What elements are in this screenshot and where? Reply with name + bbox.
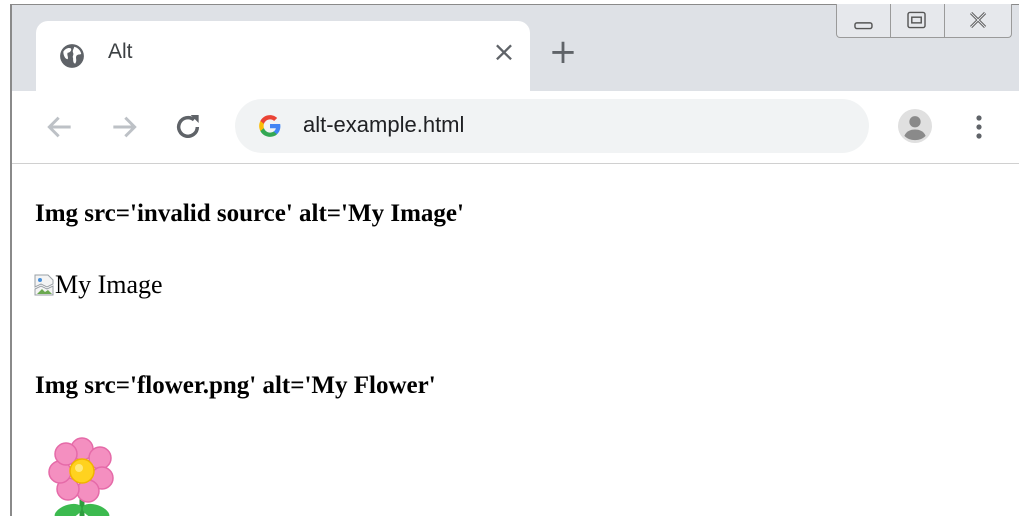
broken-image-icon: [34, 274, 54, 296]
minimize-button[interactable]: [837, 4, 891, 37]
profile-avatar-icon[interactable]: [898, 109, 932, 143]
heading-flower-source: Img src='flower.png' alt='My Flower': [35, 372, 436, 399]
page-content: Img src='invalid source' alt='My Image' …: [12, 164, 1019, 516]
window-controls: [836, 4, 1012, 38]
minimize-icon: [854, 22, 873, 30]
restore-icon: [907, 11, 926, 29]
back-arrow-icon[interactable]: [44, 111, 76, 143]
broken-image-alt-text: My Image: [55, 270, 163, 299]
address-bar[interactable]: alt-example.html: [235, 99, 869, 153]
browser-toolbar: alt-example.html: [12, 91, 1019, 164]
close-icon: [969, 11, 986, 29]
heading-invalid-source: Img src='invalid source' alt='My Image': [35, 200, 464, 227]
tab-close-icon[interactable]: ×: [492, 38, 516, 66]
reload-icon[interactable]: [172, 111, 204, 143]
flower-icon: [48, 437, 114, 516]
close-window-button[interactable]: [945, 4, 1011, 37]
new-tab-button[interactable]: +: [547, 35, 579, 69]
tab-title: Alt: [108, 40, 133, 63]
forward-arrow-icon[interactable]: [108, 111, 140, 143]
restore-button[interactable]: [891, 4, 945, 37]
url-text: alt-example.html: [303, 112, 465, 137]
globe-icon: [60, 44, 84, 68]
broken-image: My Image: [34, 268, 163, 302]
tab-alt[interactable]: Alt ×: [36, 21, 530, 91]
google-g-icon: [259, 115, 281, 137]
more-vert-icon[interactable]: [967, 111, 991, 143]
browser-window: Alt × + alt-example.html Img src='invali…: [0, 0, 1019, 516]
